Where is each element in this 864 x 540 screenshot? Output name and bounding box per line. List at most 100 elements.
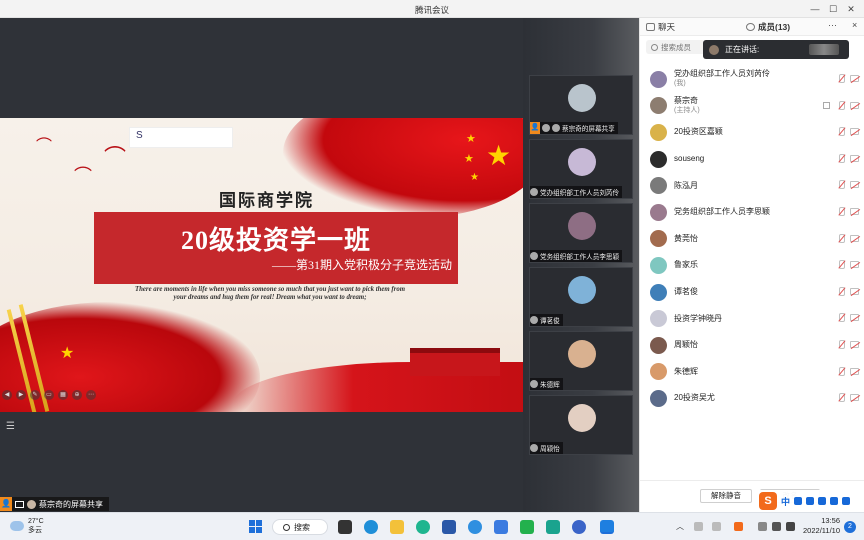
list-icon[interactable]: ☰ xyxy=(6,422,18,432)
mic-off-icon[interactable] xyxy=(837,339,845,350)
camera-off-icon[interactable] xyxy=(850,154,859,162)
tray-overflow-icon[interactable]: ︿ xyxy=(676,521,684,533)
app-icon[interactable] xyxy=(494,520,508,534)
mic-off-icon[interactable] xyxy=(837,393,845,403)
toolbox-icon[interactable] xyxy=(842,497,851,505)
tray-mic-icon[interactable] xyxy=(712,522,721,531)
slides-icon[interactable]: ▦ xyxy=(58,390,68,400)
battery-icon[interactable] xyxy=(786,522,795,531)
taskbar-search[interactable]: 搜索 xyxy=(272,519,328,535)
punctuation-icon[interactable] xyxy=(794,497,803,505)
member-row[interactable]: 朱德辉 xyxy=(640,359,864,386)
skin-icon[interactable] xyxy=(830,497,839,505)
tab-chat[interactable]: 聊天 xyxy=(646,21,675,33)
camera-off-icon[interactable] xyxy=(850,367,859,375)
store-icon[interactable] xyxy=(442,520,456,534)
video-tile[interactable]: 周颖怡 xyxy=(529,395,633,455)
camera-off-icon[interactable] xyxy=(850,261,859,269)
sogou-ime-icon[interactable]: S xyxy=(759,492,777,510)
video-tile[interactable]: 👤 蔡宗奇的屏幕共享 xyxy=(529,75,633,135)
camera-off-icon[interactable] xyxy=(850,234,859,242)
close-panel-icon[interactable]: × xyxy=(852,20,857,30)
mic-off-icon[interactable] xyxy=(837,100,845,111)
eraser-icon[interactable]: ▭ xyxy=(44,390,54,400)
mic-off-icon[interactable] xyxy=(837,286,845,297)
mic-off-icon xyxy=(530,316,538,324)
member-row[interactable]: 黄莞怡 xyxy=(640,226,864,253)
start-button[interactable] xyxy=(249,520,262,533)
member-row[interactable]: 蔡宗奇 (主持人) xyxy=(640,93,864,120)
minimize-icon[interactable]: — xyxy=(808,2,822,16)
keyboard-icon[interactable] xyxy=(818,497,827,505)
weather-widget[interactable]: 27°C 多云 xyxy=(10,517,44,535)
member-row[interactable]: 党务组织部工作人员李思颖 xyxy=(640,199,864,226)
video-tile[interactable]: 朱德辉 xyxy=(529,331,633,391)
pen-icon[interactable]: ✎ xyxy=(30,390,40,400)
tencent-meeting-icon[interactable] xyxy=(600,520,614,534)
tray-mic-icon[interactable] xyxy=(694,522,703,531)
mic-off-icon[interactable] xyxy=(837,206,845,217)
video-tile-label: 蔡宗奇的屏幕共享 xyxy=(562,126,615,133)
member-row[interactable]: 鲁家乐 xyxy=(640,252,864,279)
close-window-icon[interactable]: ✕ xyxy=(844,2,858,16)
member-name: souseng xyxy=(674,154,705,164)
member-row[interactable]: 党办组织部工作人员刘芮伶 (我) xyxy=(640,66,864,93)
mic-off-icon[interactable] xyxy=(837,153,845,164)
zoom-icon[interactable]: ⊕ xyxy=(72,390,82,400)
edge-icon[interactable] xyxy=(364,520,378,534)
camera-off-icon[interactable] xyxy=(850,394,859,402)
app-icon[interactable] xyxy=(416,520,430,534)
member-row[interactable]: 周颖怡 xyxy=(640,332,864,359)
mic-off-icon[interactable] xyxy=(837,233,845,244)
mic-off-icon[interactable] xyxy=(837,313,845,323)
camera-off-icon[interactable] xyxy=(850,340,859,348)
video-tile[interactable]: 党务组织部工作人员李思颖 xyxy=(529,203,633,263)
video-tile[interactable]: 谭茗俊 xyxy=(529,267,633,327)
wechat-icon[interactable] xyxy=(520,520,534,534)
next-icon[interactable]: ▶ xyxy=(16,390,26,400)
camera-off-icon[interactable] xyxy=(850,128,859,136)
sogou-tray-icon[interactable] xyxy=(734,522,743,531)
more-icon[interactable]: ⋯ xyxy=(86,390,96,400)
mic-off-icon xyxy=(530,188,538,196)
video-strip: 👤 蔡宗奇的屏幕共享 党办组织部工作人员刘芮伶 党务组织部工作人员李思颖 谭茗俊… xyxy=(523,18,639,512)
task-view-icon[interactable] xyxy=(338,520,352,534)
more-options-icon[interactable]: ··· xyxy=(828,20,837,30)
camera-off-icon[interactable] xyxy=(850,314,859,322)
camera-off-icon[interactable] xyxy=(850,287,859,295)
mic-icon[interactable] xyxy=(806,497,815,505)
mic-off-icon[interactable] xyxy=(837,127,845,137)
mic-off-icon[interactable] xyxy=(837,260,845,270)
prev-icon[interactable]: ◀ xyxy=(2,390,12,400)
avatar xyxy=(650,230,667,248)
camera-off-icon[interactable] xyxy=(850,75,859,82)
slide-quote-line: There are moments in life when you miss … xyxy=(134,286,405,293)
slide-text-input[interactable]: S xyxy=(129,127,233,148)
app-icon[interactable] xyxy=(546,520,560,534)
notification-badge[interactable]: 2 xyxy=(844,521,856,533)
mic-off-icon[interactable] xyxy=(837,180,845,190)
mic-off-icon[interactable] xyxy=(837,366,845,377)
unmute-all-button[interactable]: 解除静音 xyxy=(700,489,752,503)
camera-off-icon[interactable] xyxy=(850,207,859,215)
tab-members[interactable]: 成员(13) xyxy=(746,21,790,33)
app-icon[interactable] xyxy=(572,520,586,534)
ime-mode[interactable]: 中 xyxy=(781,495,790,508)
camera-off-icon[interactable] xyxy=(850,181,859,189)
file-explorer-icon[interactable] xyxy=(390,520,404,534)
system-clock[interactable]: 13:56 2022/11/10 xyxy=(803,516,840,536)
tray-icon[interactable] xyxy=(758,522,767,531)
maximize-icon[interactable]: ☐ xyxy=(826,2,840,16)
member-row[interactable]: 谭茗俊 xyxy=(640,279,864,306)
member-row[interactable]: souseng xyxy=(640,146,864,173)
member-row[interactable]: 20投资吴尤 xyxy=(640,385,864,412)
member-name: 投资学钟晓丹 xyxy=(674,313,722,323)
member-row[interactable]: 投资学钟晓丹 xyxy=(640,305,864,332)
wifi-icon[interactable] xyxy=(772,522,781,531)
mic-off-icon[interactable] xyxy=(837,74,845,84)
member-row[interactable]: 20投资区嘉颖 xyxy=(640,119,864,146)
app-icon[interactable] xyxy=(468,520,482,534)
video-tile[interactable]: 党办组织部工作人员刘芮伶 xyxy=(529,139,633,199)
camera-off-icon[interactable] xyxy=(850,101,859,109)
member-row[interactable]: 陈泓月 xyxy=(640,172,864,199)
